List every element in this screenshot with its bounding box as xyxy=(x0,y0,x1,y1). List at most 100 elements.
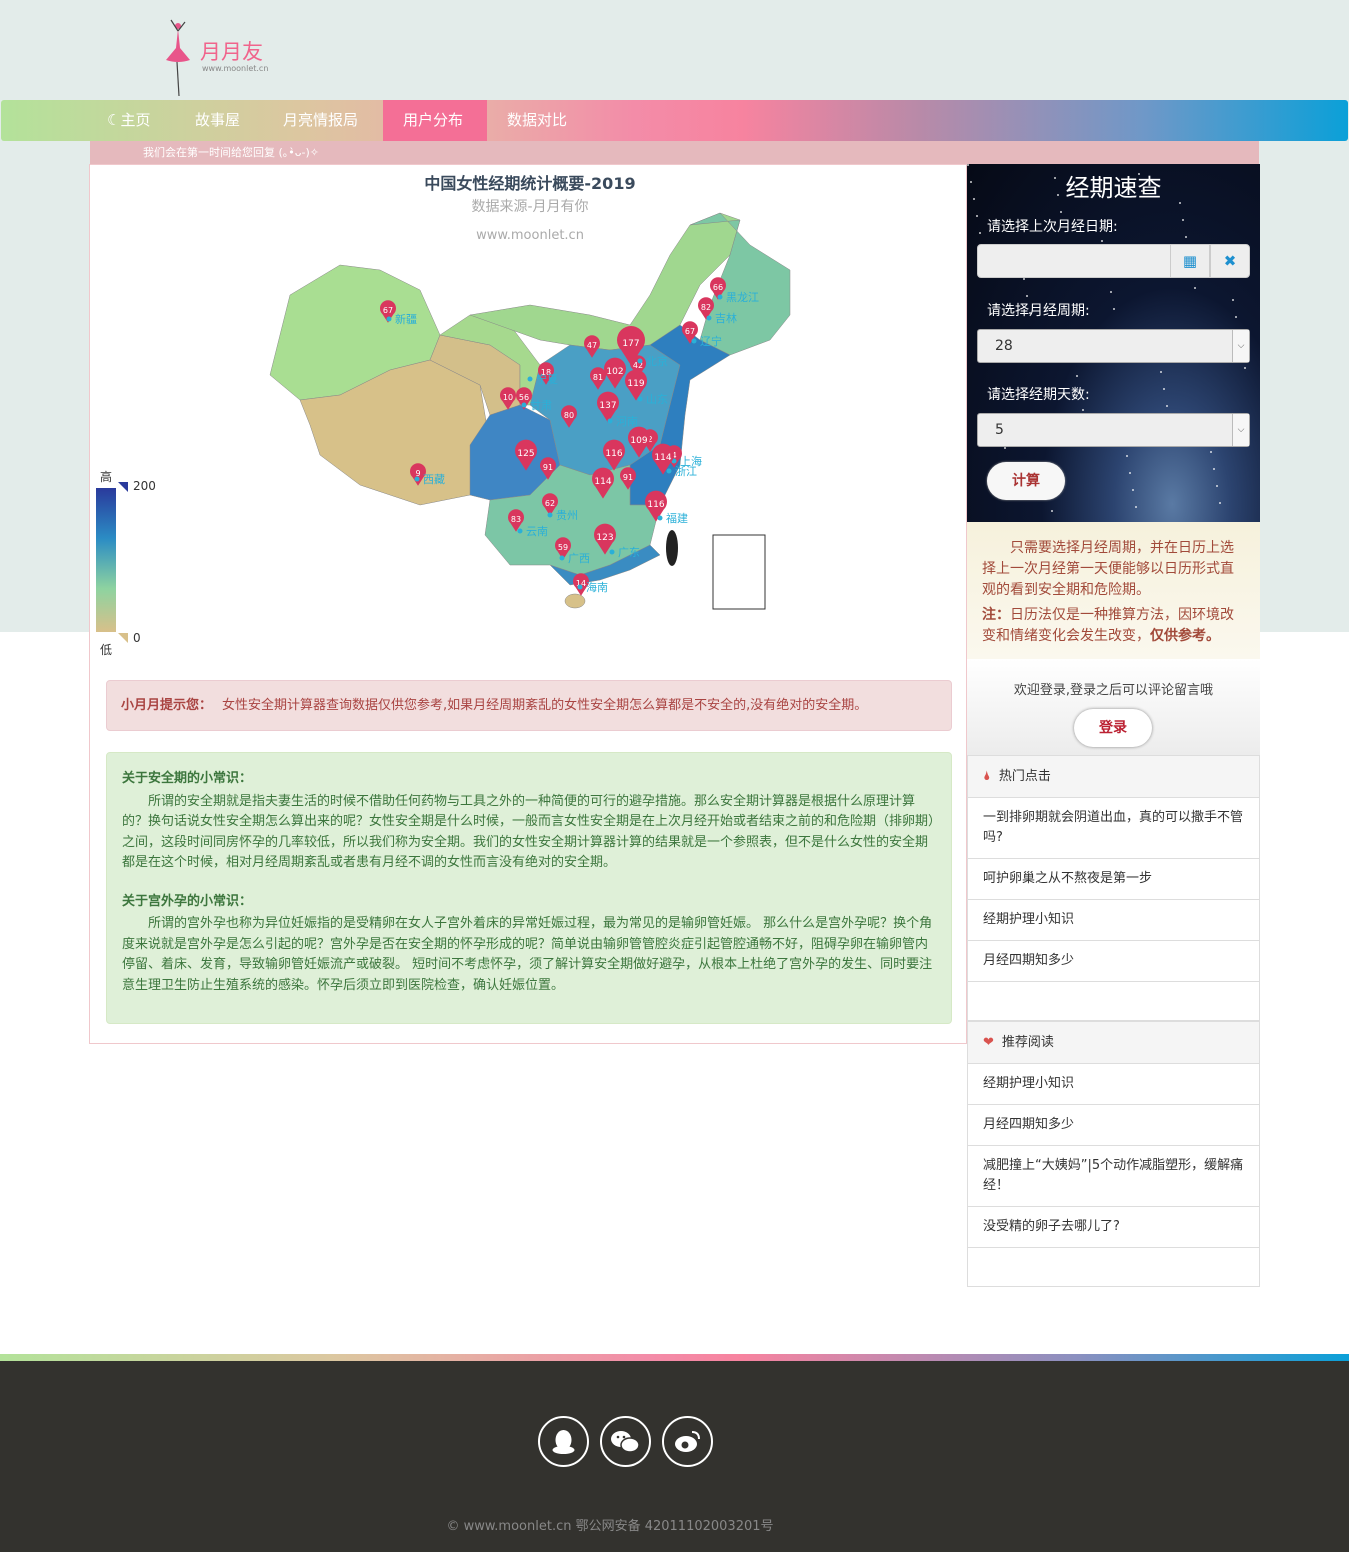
star-dot xyxy=(1166,405,1168,407)
recommend-item[interactable]: 减肥撞上“大姨妈”|5个动作减脂塑形，缓解痛经！ xyxy=(968,1146,1259,1207)
ectopic-text: 所谓的宫外孕也称为异位妊娠指的是受精卵在女人子宫外着床的异常妊娠过程，最为常见的… xyxy=(122,916,933,993)
last-period-date-input[interactable] xyxy=(977,244,1171,278)
marker-label: 辽宁 xyxy=(700,334,722,348)
marker-value: 83 xyxy=(511,515,521,524)
region-taiwan xyxy=(666,530,678,566)
recommend-item[interactable]: 月经四期知多少 xyxy=(968,1105,1259,1146)
star-dot xyxy=(1235,316,1237,318)
marker-label: 宁夏 xyxy=(536,372,558,386)
star-dot xyxy=(1076,375,1078,377)
marker-value: 56 xyxy=(519,393,529,402)
star-dot xyxy=(979,232,981,234)
marker-label: 广东 xyxy=(618,546,640,559)
login-button[interactable]: 登录 xyxy=(1074,709,1152,747)
footer: © www.moonlet.cn 鄂公网安备 42011102003201号 xyxy=(0,1361,1349,1552)
ballerina-icon xyxy=(166,19,190,97)
login-welcome: 欢迎登录,登录之后可以评论留言哦 xyxy=(1013,683,1214,698)
star-dot xyxy=(1210,451,1212,453)
nav-distribution[interactable]: 用户分布 xyxy=(383,100,487,141)
cycle-label: 请选择月经周期: xyxy=(987,303,1090,319)
marker-label: 吉林 xyxy=(715,311,737,325)
nav-compare[interactable]: 数据对比 xyxy=(487,100,587,141)
star-dot xyxy=(976,215,978,217)
marker-label: 北京 xyxy=(646,354,668,368)
notice-bar: 我们会在第一时间给您回复 (｡•̀ᴗ-)✧ xyxy=(90,141,1259,164)
marker-value: 114 xyxy=(654,453,671,463)
hot-item[interactable]: 月经四期知多少 xyxy=(968,941,1259,982)
map-title: 中国女性经期统计概要-2019 xyxy=(424,174,636,193)
hot-item[interactable]: 一到排卵期就会阴道出血，真的可以撒手不管吗? xyxy=(968,798,1259,859)
days-select[interactable]: 5 ⌵ xyxy=(977,413,1250,447)
fire-icon: 🌢 xyxy=(983,769,991,784)
cycle-select[interactable]: 28 ⌵ xyxy=(977,329,1250,363)
marker-value: 10 xyxy=(503,393,513,402)
recommend-item[interactable]: 经期护理小知识 xyxy=(968,1064,1259,1105)
south-sea-inset xyxy=(712,534,766,610)
nav-home[interactable]: ☾主页 xyxy=(87,100,170,141)
hot-item[interactable]: 经期护理小知识 xyxy=(968,900,1259,941)
nav-intel[interactable]: 月亮情报局 xyxy=(263,100,378,141)
star-dot xyxy=(1126,455,1128,457)
star-dot xyxy=(1216,485,1218,487)
marker-label: 黑龙江 xyxy=(726,291,759,304)
star-dot xyxy=(1194,287,1196,289)
star-dot xyxy=(1232,299,1234,301)
marker-label: 河南 xyxy=(616,415,638,428)
copyright: © www.moonlet.cn 鄂公网安备 42011102003201号 xyxy=(446,1519,774,1534)
star-dot xyxy=(1023,278,1025,280)
tip-alert: 小月月提示您： 女性安全期计算器查询数据仅供您参考,如果月经周期紊乱的女性安全期怎… xyxy=(106,680,952,731)
marker-dot xyxy=(637,358,643,364)
marker-value: 137 xyxy=(599,401,616,411)
days-label: 请选择经期天数: xyxy=(987,387,1090,403)
period-calculator: 经期速查 请选择上次月经日期: ▦ ✖ 请选择月经周期: 28 ⌵ 请选择经期天数… xyxy=(967,164,1260,522)
star-dot xyxy=(1101,240,1103,242)
calculate-button[interactable]: 计算 xyxy=(987,462,1065,500)
star-dot xyxy=(1163,388,1165,390)
marker-value: 81 xyxy=(593,373,603,382)
marker-value: 91 xyxy=(543,463,553,472)
site-logo[interactable]: 月月友 www.moonlet.cn xyxy=(158,18,288,102)
marker-dot xyxy=(527,376,533,382)
marker-label: 山东 xyxy=(646,393,668,406)
qq-icon[interactable] xyxy=(538,1416,589,1467)
star-dot xyxy=(1060,211,1062,213)
marker-dot xyxy=(717,294,723,300)
marker-dot xyxy=(706,315,712,321)
marker-dot xyxy=(609,549,615,555)
safe-period-text: 所谓的安全期就是指夫妻生活的时候不借助任何药物与工具之外的一种简便的可行的避孕措… xyxy=(122,793,935,871)
wechat-icon[interactable] xyxy=(600,1416,651,1467)
marker-value: 102 xyxy=(606,367,623,377)
chevron-down-icon: ⌵ xyxy=(1232,414,1249,446)
recommend-item[interactable]: 没受精的卵子去哪儿了? xyxy=(968,1207,1259,1248)
main-nav: ☾主页 故事屋 月亮情报局 用户分布 数据对比 xyxy=(1,100,1348,141)
marker-value: 59 xyxy=(558,543,568,552)
marker-dot xyxy=(666,468,672,474)
marker-value: 91 xyxy=(623,473,633,482)
hot-item[interactable]: 呵护卵巢之从不熬夜是第一步 xyxy=(968,859,1259,900)
marker-value: 116 xyxy=(647,500,664,510)
marker-value: 116 xyxy=(605,449,622,459)
marker-dot xyxy=(386,316,392,322)
footer-gradient-line xyxy=(0,1354,1349,1361)
marker-label: 云南 xyxy=(526,525,548,538)
marker-label: 浙江 xyxy=(675,465,697,478)
main-content: 67 新疆 66 82 黑龙江 吉林 67 辽宁 47 177 42 北京 18 宁夏 81 102 119 10… xyxy=(89,164,967,1044)
ectopic-title: 关于宫外孕的小常识： xyxy=(122,893,253,909)
marker-value: 114 xyxy=(594,477,611,487)
map-watermark: www.moonlet.cn xyxy=(476,228,584,243)
calendar-icon[interactable]: ▦ xyxy=(1170,244,1210,278)
marker-label: 西藏 xyxy=(423,473,445,486)
weibo-icon[interactable] xyxy=(662,1416,713,1467)
marker-label: 新疆 xyxy=(395,312,417,326)
knowledge-box: 关于安全期的小常识： 所谓的安全期就是指夫妻生活的时候不借助任何药物与工具之外的… xyxy=(106,752,952,1024)
nav-story[interactable]: 故事屋 xyxy=(175,100,260,141)
marker-dot xyxy=(691,338,697,344)
calculator-title: 经期速查 xyxy=(1065,174,1162,202)
marker-value: 109 xyxy=(630,436,647,446)
clear-icon[interactable]: ✖ xyxy=(1210,244,1250,278)
map-chart: 67 新疆 66 82 黑龙江 吉林 67 辽宁 47 177 42 北京 18 宁夏 81 102 119 10… xyxy=(90,165,966,657)
star-dot xyxy=(1182,219,1184,221)
login-box: 欢迎登录,登录之后可以评论留言哦 登录 xyxy=(967,659,1260,755)
map-subtitle: 数据来源-月月有你 xyxy=(471,199,589,215)
marker-value: 80 xyxy=(564,411,574,420)
